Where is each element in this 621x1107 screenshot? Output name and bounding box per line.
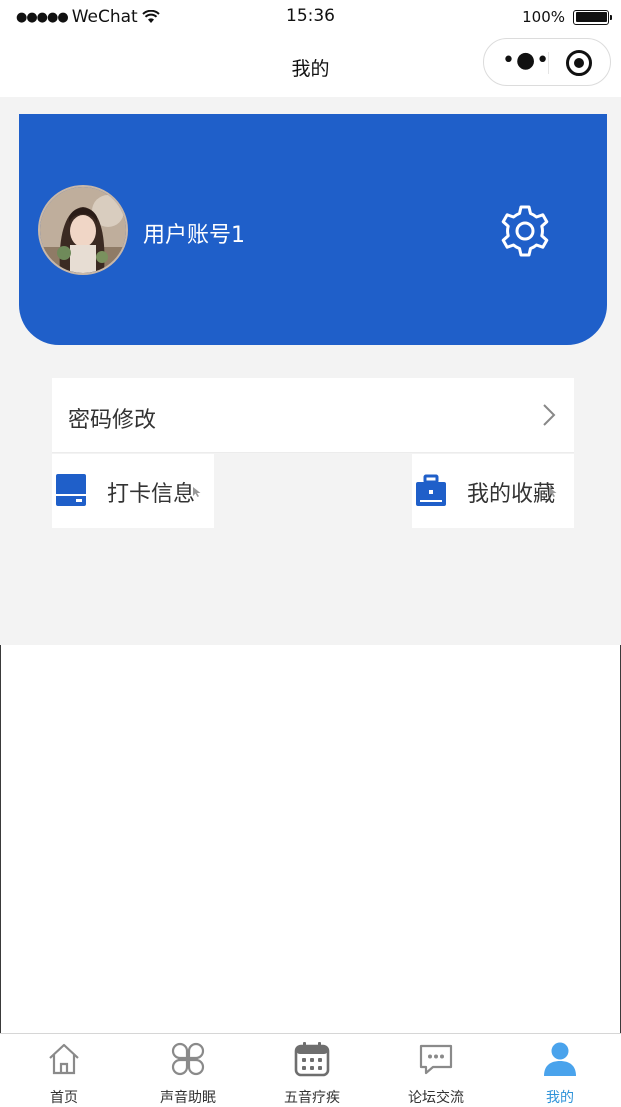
tab-label: 五音疗疾: [284, 1090, 340, 1106]
person-icon: [544, 1042, 576, 1076]
calendar-icon: [294, 1042, 330, 1077]
cursor-icon: [193, 487, 201, 497]
drive-icon: [56, 474, 86, 506]
tab-forum[interactable]: 论坛交流: [374, 1034, 498, 1107]
password-change-row[interactable]: 密码修改: [52, 378, 574, 453]
tab-label: 声音助眠: [160, 1090, 216, 1106]
shortcut-row: 打卡信息 我的收藏: [52, 454, 574, 528]
more-dots-icon[interactable]: •●•: [502, 50, 550, 72]
user-avatar[interactable]: [38, 185, 128, 275]
checkin-info-label: 打卡信息: [107, 482, 196, 507]
profile-header: 用户账号1: [19, 114, 607, 345]
capsule-divider: [548, 52, 549, 74]
battery-info: 100%: [522, 8, 612, 26]
main-content: 用户账号1 密码修改 打卡信息 我的收藏: [0, 97, 621, 645]
battery-percent: 100%: [522, 8, 565, 26]
tab-home[interactable]: 首页: [2, 1034, 126, 1107]
cursor-icon: [549, 487, 557, 497]
home-icon: [49, 1043, 79, 1075]
clover-icon: [171, 1042, 205, 1076]
avatar-photo: [40, 187, 126, 273]
tab-label: 首页: [50, 1090, 78, 1106]
tab-label: 论坛交流: [408, 1090, 464, 1106]
battery-icon: [573, 9, 612, 25]
username: 用户账号1: [143, 223, 245, 248]
my-favorites-label: 我的收藏: [467, 482, 556, 507]
nav-bar: 我的 •●•: [0, 34, 621, 97]
password-change-label: 密码修改: [68, 408, 157, 433]
tab-five-tone-therapy[interactable]: 五音疗疾: [250, 1034, 374, 1107]
gear-icon[interactable]: [497, 203, 553, 259]
my-favorites-item[interactable]: 我的收藏: [412, 454, 574, 528]
checkin-info-item[interactable]: 打卡信息: [52, 454, 214, 528]
tab-label: 我的: [546, 1090, 574, 1106]
tab-bar: 首页 声音助眠 五音疗疾 论坛交流 我的: [0, 1033, 621, 1107]
tab-mine[interactable]: 我的: [498, 1034, 621, 1107]
tab-sound-sleep[interactable]: 声音助眠: [126, 1034, 250, 1107]
chevron-right-icon: [543, 404, 556, 426]
status-bar: ●●●●● WeChat 15:36 100%: [0, 0, 621, 34]
briefcase-icon: [416, 474, 446, 506]
mini-program-capsule: •●•: [483, 38, 611, 86]
target-close-icon[interactable]: [566, 50, 592, 76]
chat-icon: [419, 1044, 453, 1075]
